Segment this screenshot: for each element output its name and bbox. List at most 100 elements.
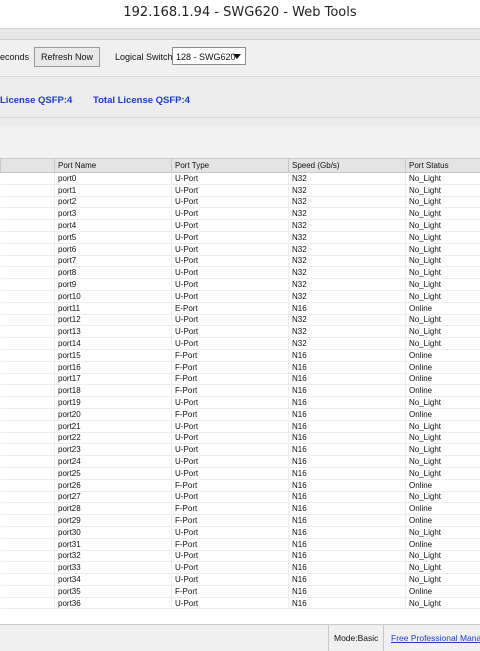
speed-cell: N16 xyxy=(289,597,406,609)
row-index-cell xyxy=(1,385,55,397)
port-type-cell: U-Port xyxy=(172,290,289,302)
port-status-cell: Online xyxy=(406,515,480,527)
port-type-cell: U-Port xyxy=(172,444,289,456)
port-type-cell: U-Port xyxy=(172,597,289,609)
port-type-cell: F-Port xyxy=(172,515,289,527)
table-row[interactable]: port21U-PortN16No_Light xyxy=(1,420,480,432)
port-name-cell: port31 xyxy=(55,538,172,550)
port-name-cell: port5 xyxy=(55,231,172,243)
table-row[interactable]: port36U-PortN16No_Light xyxy=(1,597,480,609)
table-row[interactable]: port15F-PortN16Online xyxy=(1,349,480,361)
table-row[interactable]: port31F-PortN16Online xyxy=(1,538,480,550)
table-row[interactable]: port18F-PortN16Online xyxy=(1,385,480,397)
table-row[interactable]: port10U-PortN32No_Light xyxy=(1,290,480,302)
port-status-cell: No_Light xyxy=(406,397,480,409)
total-license-qsfp-text: Total License QSFP:4 xyxy=(93,95,190,106)
free-professional-management-link[interactable]: Free Professional Manag xyxy=(391,625,480,651)
table-row[interactable]: port6U-PortN32No_Light xyxy=(1,243,480,255)
row-index-cell xyxy=(1,338,55,350)
table-row[interactable]: port27U-PortN16No_Light xyxy=(1,491,480,503)
port-status-cell: No_Light xyxy=(406,456,480,468)
speed-cell: N16 xyxy=(289,479,406,491)
row-index-cell xyxy=(1,173,55,185)
speed-cell: N32 xyxy=(289,184,406,196)
row-index-cell xyxy=(1,515,55,527)
port-name-cell: port14 xyxy=(55,338,172,350)
table-row[interactable]: port26F-PortN16Online xyxy=(1,479,480,491)
port-name-cell: port1 xyxy=(55,184,172,196)
row-index-cell xyxy=(1,538,55,550)
refresh-interval-label: econds xyxy=(0,52,29,62)
port-table-body: port0U-PortN32No_Lightport1U-PortN32No_L… xyxy=(1,173,480,609)
window-title: 192.168.1.94 - SWG620 - Web Tools xyxy=(0,5,480,20)
table-row[interactable]: port17F-PortN16Online xyxy=(1,373,480,385)
table-row[interactable]: port32U-PortN16No_Light xyxy=(1,550,480,562)
table-row[interactable]: port23U-PortN16No_Light xyxy=(1,444,480,456)
table-row[interactable]: port35F-PortN16Online xyxy=(1,585,480,597)
row-index-cell xyxy=(1,196,55,208)
table-row[interactable]: port3U-PortN32No_Light xyxy=(1,208,480,220)
table-row[interactable]: port19U-PortN16No_Light xyxy=(1,397,480,409)
table-row[interactable]: port9U-PortN32No_Light xyxy=(1,279,480,291)
table-row[interactable]: port13U-PortN32No_Light xyxy=(1,326,480,338)
port-type-cell: U-Port xyxy=(172,574,289,586)
table-row[interactable]: port2U-PortN32No_Light xyxy=(1,196,480,208)
port-status-cell: No_Light xyxy=(406,243,480,255)
row-index-cell xyxy=(1,184,55,196)
port-type-cell: E-Port xyxy=(172,302,289,314)
table-row[interactable]: port29F-PortN16Online xyxy=(1,515,480,527)
table-row[interactable]: port12U-PortN32No_Light xyxy=(1,314,480,326)
row-index-cell xyxy=(1,432,55,444)
port-type-cell: F-Port xyxy=(172,479,289,491)
speed-cell: N16 xyxy=(289,491,406,503)
table-row[interactable]: port24U-PortN16No_Light xyxy=(1,456,480,468)
refresh-now-button[interactable]: Refresh Now xyxy=(34,47,100,67)
column-header-speed[interactable]: Speed (Gb/s) xyxy=(289,159,406,173)
dropdown-arrow-icon xyxy=(233,54,241,59)
table-row[interactable]: port14U-PortN32No_Light xyxy=(1,338,480,350)
port-type-cell: U-Port xyxy=(172,432,289,444)
column-header-port-type[interactable]: Port Type xyxy=(172,159,289,173)
speed-cell: N32 xyxy=(289,196,406,208)
table-row[interactable]: port33U-PortN16No_Light xyxy=(1,562,480,574)
table-row[interactable]: port30U-PortN16No_Light xyxy=(1,526,480,538)
port-name-cell: port12 xyxy=(55,314,172,326)
column-header-index[interactable] xyxy=(1,159,55,173)
table-row[interactable]: port1U-PortN32No_Light xyxy=(1,184,480,196)
speed-cell: N16 xyxy=(289,432,406,444)
table-row[interactable]: port28F-PortN16Online xyxy=(1,503,480,515)
speed-cell: N32 xyxy=(289,243,406,255)
table-header-row: Port Name Port Type Speed (Gb/s) Port St… xyxy=(1,159,480,173)
port-name-cell: port28 xyxy=(55,503,172,515)
table-row[interactable]: port0U-PortN32No_Light xyxy=(1,173,480,185)
table-row[interactable]: port11E-PortN16Online xyxy=(1,302,480,314)
table-row[interactable]: port16F-PortN16Online xyxy=(1,361,480,373)
port-status-cell: No_Light xyxy=(406,314,480,326)
column-header-port-status[interactable]: Port Status xyxy=(406,159,480,173)
speed-cell: N16 xyxy=(289,467,406,479)
row-index-cell xyxy=(1,208,55,220)
table-row[interactable]: port22U-PortN16No_Light xyxy=(1,432,480,444)
port-table-container[interactable]: Port Name Port Type Speed (Gb/s) Port St… xyxy=(0,158,480,620)
port-status-cell: No_Light xyxy=(406,279,480,291)
table-row[interactable]: port34U-PortN16No_Light xyxy=(1,574,480,586)
port-status-cell: Online xyxy=(406,373,480,385)
row-index-cell xyxy=(1,397,55,409)
logical-switch-select[interactable]: 128 - SWG620 xyxy=(172,47,246,65)
table-row[interactable]: port8U-PortN32No_Light xyxy=(1,267,480,279)
port-status-cell: No_Light xyxy=(406,562,480,574)
row-index-cell xyxy=(1,503,55,515)
port-type-cell: F-Port xyxy=(172,361,289,373)
column-header-port-name[interactable]: Port Name xyxy=(55,159,172,173)
port-type-cell: U-Port xyxy=(172,243,289,255)
port-name-cell: port6 xyxy=(55,243,172,255)
port-status-cell: No_Light xyxy=(406,420,480,432)
port-type-cell: F-Port xyxy=(172,349,289,361)
table-row[interactable]: port4U-PortN32No_Light xyxy=(1,220,480,232)
table-row[interactable]: port5U-PortN32No_Light xyxy=(1,231,480,243)
table-row[interactable]: port7U-PortN32No_Light xyxy=(1,255,480,267)
speed-cell: N16 xyxy=(289,515,406,527)
port-type-cell: U-Port xyxy=(172,338,289,350)
table-row[interactable]: port20F-PortN16Online xyxy=(1,408,480,420)
table-row[interactable]: port25U-PortN16No_Light xyxy=(1,467,480,479)
